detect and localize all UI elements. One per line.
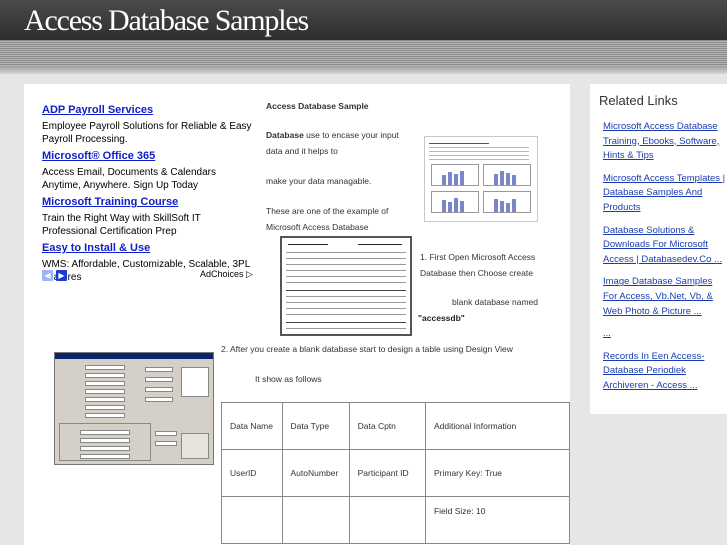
site-title[interactable]: Access Database Samples — [24, 4, 309, 38]
article-intro: Database use to encase your input — [266, 130, 399, 140]
ad-item: Microsoft Training Course Train the Righ… — [42, 196, 254, 238]
table-header-cell: Data Cptn — [348, 402, 426, 450]
ad-title-link[interactable]: Microsoft Training Course — [42, 196, 254, 209]
related-link[interactable]: Records In Een Access-Database Periodiek… — [603, 350, 727, 394]
intro-bold: Database — [266, 130, 304, 140]
related-links-title: Related Links — [599, 93, 678, 108]
table-cell: Field Size: 10 — [424, 496, 570, 544]
mini-chart — [483, 164, 531, 186]
access-form-image — [54, 352, 214, 465]
ad-block: ADP Payroll Services Employee Payroll So… — [42, 104, 254, 288]
ad-description: Employee Payroll Solutions for Reliable … — [42, 121, 252, 145]
table-cell: Primary Key: True — [424, 449, 570, 497]
table-cell: Participant ID — [348, 449, 426, 497]
form-buttons — [181, 433, 209, 459]
report-sample-image — [280, 236, 412, 336]
ad-description: Train the Right Way with SkillSoft IT Pr… — [42, 213, 201, 237]
ad-next-icon[interactable]: ▶ — [56, 270, 67, 281]
table-cell — [281, 496, 350, 544]
step1-line2: Database then Choose create — [420, 268, 533, 278]
ad-pager: ◀ ▶ — [42, 270, 67, 281]
step2-sub: It show as follows — [255, 374, 322, 384]
form-subpanel — [59, 423, 151, 461]
table-header-cell: Data Type — [281, 402, 350, 450]
related-link[interactable]: Microsoft Access Templates | Database Sa… — [603, 172, 727, 216]
table-row: UserID AutoNumber Participant ID Primary… — [221, 449, 570, 497]
article-line4: These are one of the example of — [266, 206, 389, 216]
chart-sample-image — [424, 136, 538, 222]
related-link[interactable]: Image Database Samples For Access, Vb.Ne… — [603, 275, 727, 319]
related-links-sidebar: Related Links Microsoft Access Database … — [590, 84, 727, 414]
article-intro-line2: data and it helps to — [266, 146, 338, 156]
form-titlebar — [55, 353, 213, 359]
step1-line3: blank database named — [452, 297, 539, 307]
related-link[interactable]: Database Solutions & Downloads For Micro… — [603, 224, 727, 268]
related-link[interactable]: ... — [603, 327, 727, 342]
ad-title-link[interactable]: ADP Payroll Services — [42, 104, 254, 117]
ad-prev-icon[interactable]: ◀ — [42, 270, 53, 281]
ad-item: Microsoft® Office 365 Access Email, Docu… — [42, 150, 254, 192]
step2-text: 2. After you create a blank database sta… — [221, 344, 513, 354]
site-header: Access Database Samples — [0, 0, 727, 40]
ad-title-link[interactable]: Microsoft® Office 365 — [42, 150, 254, 163]
article-line3: make your data managable. — [266, 176, 372, 186]
mini-chart — [483, 191, 531, 213]
adchoices-link[interactable]: AdChoices ▷ — [200, 269, 253, 280]
article-line5: Microsoft Access Database — [266, 222, 369, 232]
design-table: Data Name Data Type Data Cptn Additional… — [221, 402, 570, 544]
table-cell — [348, 496, 426, 544]
step1-line1: 1. First Open Microsoft Access — [420, 252, 536, 262]
table-row: Field Size: 10 — [221, 496, 570, 544]
ad-item: ADP Payroll Services Employee Payroll So… — [42, 104, 254, 146]
main-content: ADP Payroll Services Employee Payroll So… — [24, 84, 570, 545]
ad-title-link[interactable]: Easy to Install & Use — [42, 242, 254, 255]
header-stripe-fade — [0, 66, 727, 74]
table-cell: UserID — [221, 449, 283, 497]
mini-chart — [431, 164, 479, 186]
table-header-row: Data Name Data Type Data Cptn Additional… — [221, 402, 570, 450]
table-cell: AutoNumber — [281, 449, 350, 497]
article-heading: Access Database Sample — [266, 101, 369, 111]
intro-rest: use to encase your input — [303, 130, 399, 140]
table-header-cell: Additional Information — [424, 402, 570, 450]
mini-chart — [431, 191, 479, 213]
related-links-list: Microsoft Access Database Training, Eboo… — [603, 120, 727, 402]
adchoices-label: AdChoices — [200, 269, 244, 279]
step1-name: "accessdb" — [418, 313, 465, 323]
related-link[interactable]: Microsoft Access Database Training, Eboo… — [603, 120, 727, 164]
adchoices-icon: ▷ — [246, 269, 253, 279]
table-cell — [221, 496, 283, 544]
ad-description: Access Email, Documents & Calendars Anyt… — [42, 167, 216, 191]
table-header-cell: Data Name — [221, 402, 283, 450]
